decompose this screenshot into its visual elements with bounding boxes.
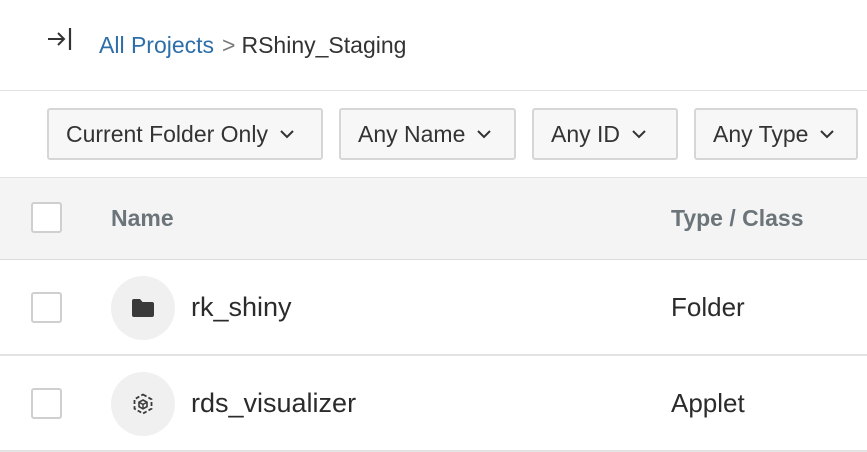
filter-bar: Current Folder Only Any Name Any ID Any … [0,92,867,178]
column-header-type[interactable]: Type / Class [671,205,804,232]
chevron-down-icon [632,129,646,138]
row-name[interactable]: rk_shiny [191,292,292,323]
breadcrumb-current: RShiny_Staging [241,32,407,58]
name-filter-button[interactable]: Any Name [339,108,516,160]
id-filter-button[interactable]: Any ID [532,108,678,160]
breadcrumb-all-projects-link[interactable]: All Projects [99,32,214,58]
row-checkbox[interactable] [31,388,62,419]
filter-label: Any Type [713,120,809,147]
filter-label: Current Folder Only [66,120,268,147]
row-icon-circle [111,372,175,436]
folder-icon [132,299,154,317]
applet-icon [133,393,153,415]
breadcrumb-separator: > [222,32,236,58]
table-header: Name Type / Class [0,178,867,260]
row-name[interactable]: rds_visualizer [191,388,356,419]
top-bar: All Projects > RShiny_Staging [0,0,867,91]
chevron-down-icon [280,129,294,138]
type-filter-button[interactable]: Any Type [694,108,858,160]
row-icon-circle [111,276,175,340]
select-all-checkbox[interactable] [31,202,62,233]
filter-label: Any Name [358,120,466,147]
row-type: Applet [671,388,745,418]
expand-sidebar-icon[interactable] [46,26,74,52]
column-header-name[interactable]: Name [111,205,174,232]
chevron-down-icon [820,129,835,138]
row-type: Folder [671,292,745,322]
row-checkbox[interactable] [31,292,62,323]
table-row[interactable]: rds_visualizer Applet [0,356,867,452]
current-folder-filter-button[interactable]: Current Folder Only [47,108,323,160]
chevron-down-icon [477,129,492,138]
filter-label: Any ID [551,120,621,147]
breadcrumb: All Projects > RShiny_Staging [99,31,406,59]
table-row[interactable]: rk_shiny Folder [0,260,867,356]
